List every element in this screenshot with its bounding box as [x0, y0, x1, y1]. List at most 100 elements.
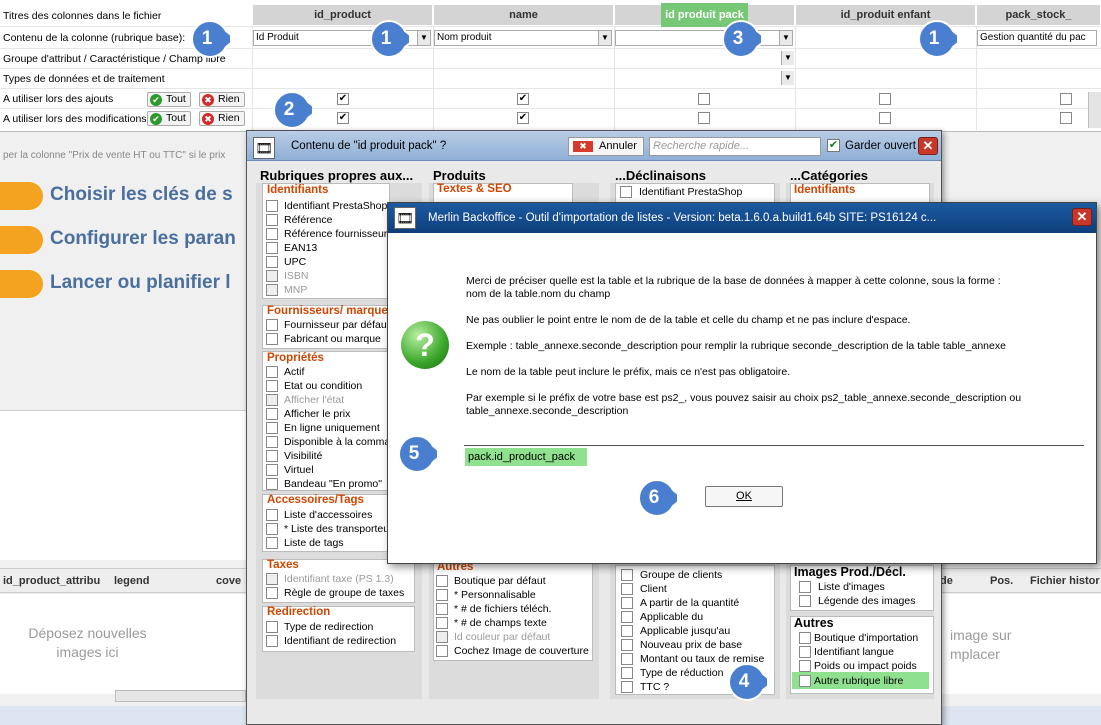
group-combo-arrow[interactable]: ▼ [780, 51, 794, 67]
table-field-input[interactable]: pack.id_product_pack [465, 448, 587, 466]
item-liste-images: Liste d'images [818, 581, 885, 593]
item-checkbox[interactable] [266, 621, 278, 633]
item-checkbox[interactable] [799, 595, 811, 607]
item-checkbox[interactable] [266, 333, 278, 345]
item-image-couverture: Cochez Image de couverture [454, 645, 589, 657]
keep-open-label: Garder ouvert [845, 140, 916, 152]
annuler-button[interactable]: ✖ Annuler [568, 137, 644, 156]
header-cover[interactable]: cove [216, 575, 241, 587]
header-legend[interactable]: legend [114, 575, 149, 587]
bottom-horizontal-scrollbar[interactable] [115, 690, 246, 702]
quick-search-input[interactable]: Recherche rapide... [649, 137, 821, 156]
item-checkbox[interactable] [621, 611, 633, 623]
item-boutique-defaut: Boutique par défaut [454, 575, 546, 587]
rien-button-mods[interactable]: ✖ Rien [199, 111, 245, 126]
row-label-adds: A utiliser lors des ajouts [3, 93, 114, 105]
item-poids: Poids ou impact poids [814, 660, 917, 672]
close-icon[interactable]: ✕ [918, 137, 938, 155]
group-title-identifiants: Identifiants [267, 184, 329, 196]
item-checkbox[interactable] [266, 635, 278, 647]
item-checkbox[interactable] [621, 667, 633, 679]
item-checkbox[interactable] [621, 653, 633, 665]
item-checkbox [266, 573, 278, 585]
item-checkbox[interactable] [266, 319, 278, 331]
item-checkbox[interactable] [799, 675, 811, 687]
adds-checkbox-pack-stock[interactable] [1060, 93, 1072, 105]
item-checkbox[interactable] [621, 597, 633, 609]
item-checkbox[interactable] [266, 200, 278, 212]
column-header-id-produit-pack[interactable]: id produit pack [615, 3, 795, 27]
item-liste-accessoires: Liste d'accessoires [284, 509, 373, 521]
column-header-pack-stock[interactable]: pack_stock_ [977, 5, 1101, 25]
type-combo-arrow[interactable]: ▼ [780, 71, 794, 87]
item-checkbox[interactable] [799, 660, 811, 672]
column-header-name[interactable]: name [434, 5, 614, 25]
item-checkbox[interactable] [266, 256, 278, 268]
mods-checkbox-id-product[interactable] [337, 112, 349, 124]
item-checkbox[interactable] [266, 523, 278, 535]
item-checkbox[interactable] [799, 581, 811, 593]
mods-checkbox-id-produit-pack[interactable] [698, 112, 710, 124]
rien-button-adds[interactable]: ✖ Rien [199, 92, 245, 107]
item-checkbox[interactable] [266, 242, 278, 254]
item-checkbox[interactable] [266, 422, 278, 434]
step-title-keys[interactable]: Choisir les clés de s [50, 184, 233, 206]
grid-vertical-scrollbar[interactable] [1088, 92, 1101, 128]
adds-checkbox-name[interactable] [517, 93, 529, 105]
mods-checkbox-id-produit-enfant[interactable] [879, 112, 891, 124]
ok-button[interactable]: OK [705, 486, 783, 507]
item-checkbox[interactable] [436, 645, 448, 657]
item-etat: Etat ou condition [284, 380, 363, 392]
item-checkbox[interactable] [621, 569, 633, 581]
item-personnalisable: * Personnalisable [454, 589, 536, 601]
keep-open-checkbox[interactable]: ✔ [827, 139, 840, 152]
item-checkbox[interactable] [266, 450, 278, 462]
item-checkbox[interactable] [266, 366, 278, 378]
drop-zone-right[interactable]: image sur mplacer [942, 594, 1101, 694]
close-icon[interactable]: ✕ [1072, 208, 1092, 226]
group-title-textes-seo: Textes & SEO [437, 183, 512, 195]
item-checkbox[interactable] [266, 509, 278, 521]
item-checkbox[interactable] [436, 575, 448, 587]
item-checkbox[interactable] [266, 408, 278, 420]
item-checkbox[interactable] [266, 478, 278, 490]
item-checkbox[interactable] [436, 589, 448, 601]
step-title-configure[interactable]: Configurer les paran [50, 228, 236, 250]
item-mnp: MNP [284, 284, 308, 296]
header-fichier-historique[interactable]: Fichier histor [1030, 575, 1100, 587]
item-checkbox[interactable] [799, 646, 811, 658]
item-checkbox[interactable] [436, 603, 448, 615]
header-id-product-attribute[interactable]: id_product_attribu [3, 575, 100, 587]
step-title-launch[interactable]: Lancer ou planifier l [50, 272, 231, 294]
drop-zone-left[interactable]: Déposez nouvelles images ici [0, 594, 246, 694]
item-checkbox[interactable] [266, 228, 278, 240]
item-checkbox[interactable] [266, 537, 278, 549]
item-checkbox[interactable] [266, 380, 278, 392]
content-combo-name[interactable]: Nom produit ▼ [434, 30, 612, 46]
mods-checkbox-name[interactable] [517, 112, 529, 124]
adds-checkbox-id-produit-pack[interactable] [698, 93, 710, 105]
content-combo-id-produit-pack[interactable]: ▼ [615, 30, 793, 46]
item-checkbox[interactable] [621, 681, 633, 693]
header-position[interactable]: Pos. [990, 575, 1013, 587]
item-decl-identifiant: Identifiant PrestaShop [639, 186, 743, 198]
item-checkbox[interactable] [621, 625, 633, 637]
tout-button-mods[interactable]: ✔ Tout [147, 111, 191, 126]
tout-button-adds[interactable]: ✔ Tout [147, 92, 191, 107]
item-checkbox[interactable] [266, 587, 278, 599]
item-checkbox[interactable] [266, 464, 278, 476]
item-checkbox[interactable] [620, 186, 632, 198]
adds-checkbox-id-produit-enfant[interactable] [879, 93, 891, 105]
item-checkbox[interactable] [799, 632, 811, 644]
item-checkbox[interactable] [266, 436, 278, 448]
item-checkbox[interactable] [266, 214, 278, 226]
adds-checkbox-id-product[interactable] [337, 93, 349, 105]
mods-checkbox-pack-stock[interactable] [1060, 112, 1072, 124]
item-upc: UPC [284, 256, 307, 268]
dropdown-arrow-icon: ▼ [781, 71, 794, 85]
content-combo-pack-stock[interactable]: Gestion quantité du pac [977, 30, 1097, 46]
item-checkbox[interactable] [436, 617, 448, 629]
item-boutique-importation: Boutique d'importation [814, 632, 919, 644]
item-checkbox[interactable] [621, 639, 633, 651]
item-checkbox[interactable] [621, 583, 633, 595]
